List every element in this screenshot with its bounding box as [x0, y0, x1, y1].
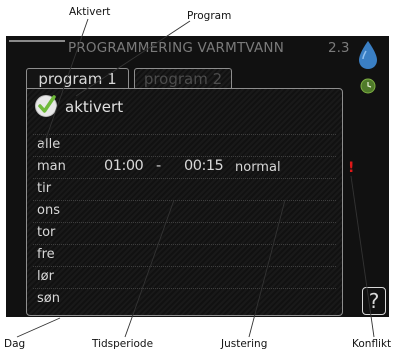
callout-leader-lines: [16, 18, 375, 338]
